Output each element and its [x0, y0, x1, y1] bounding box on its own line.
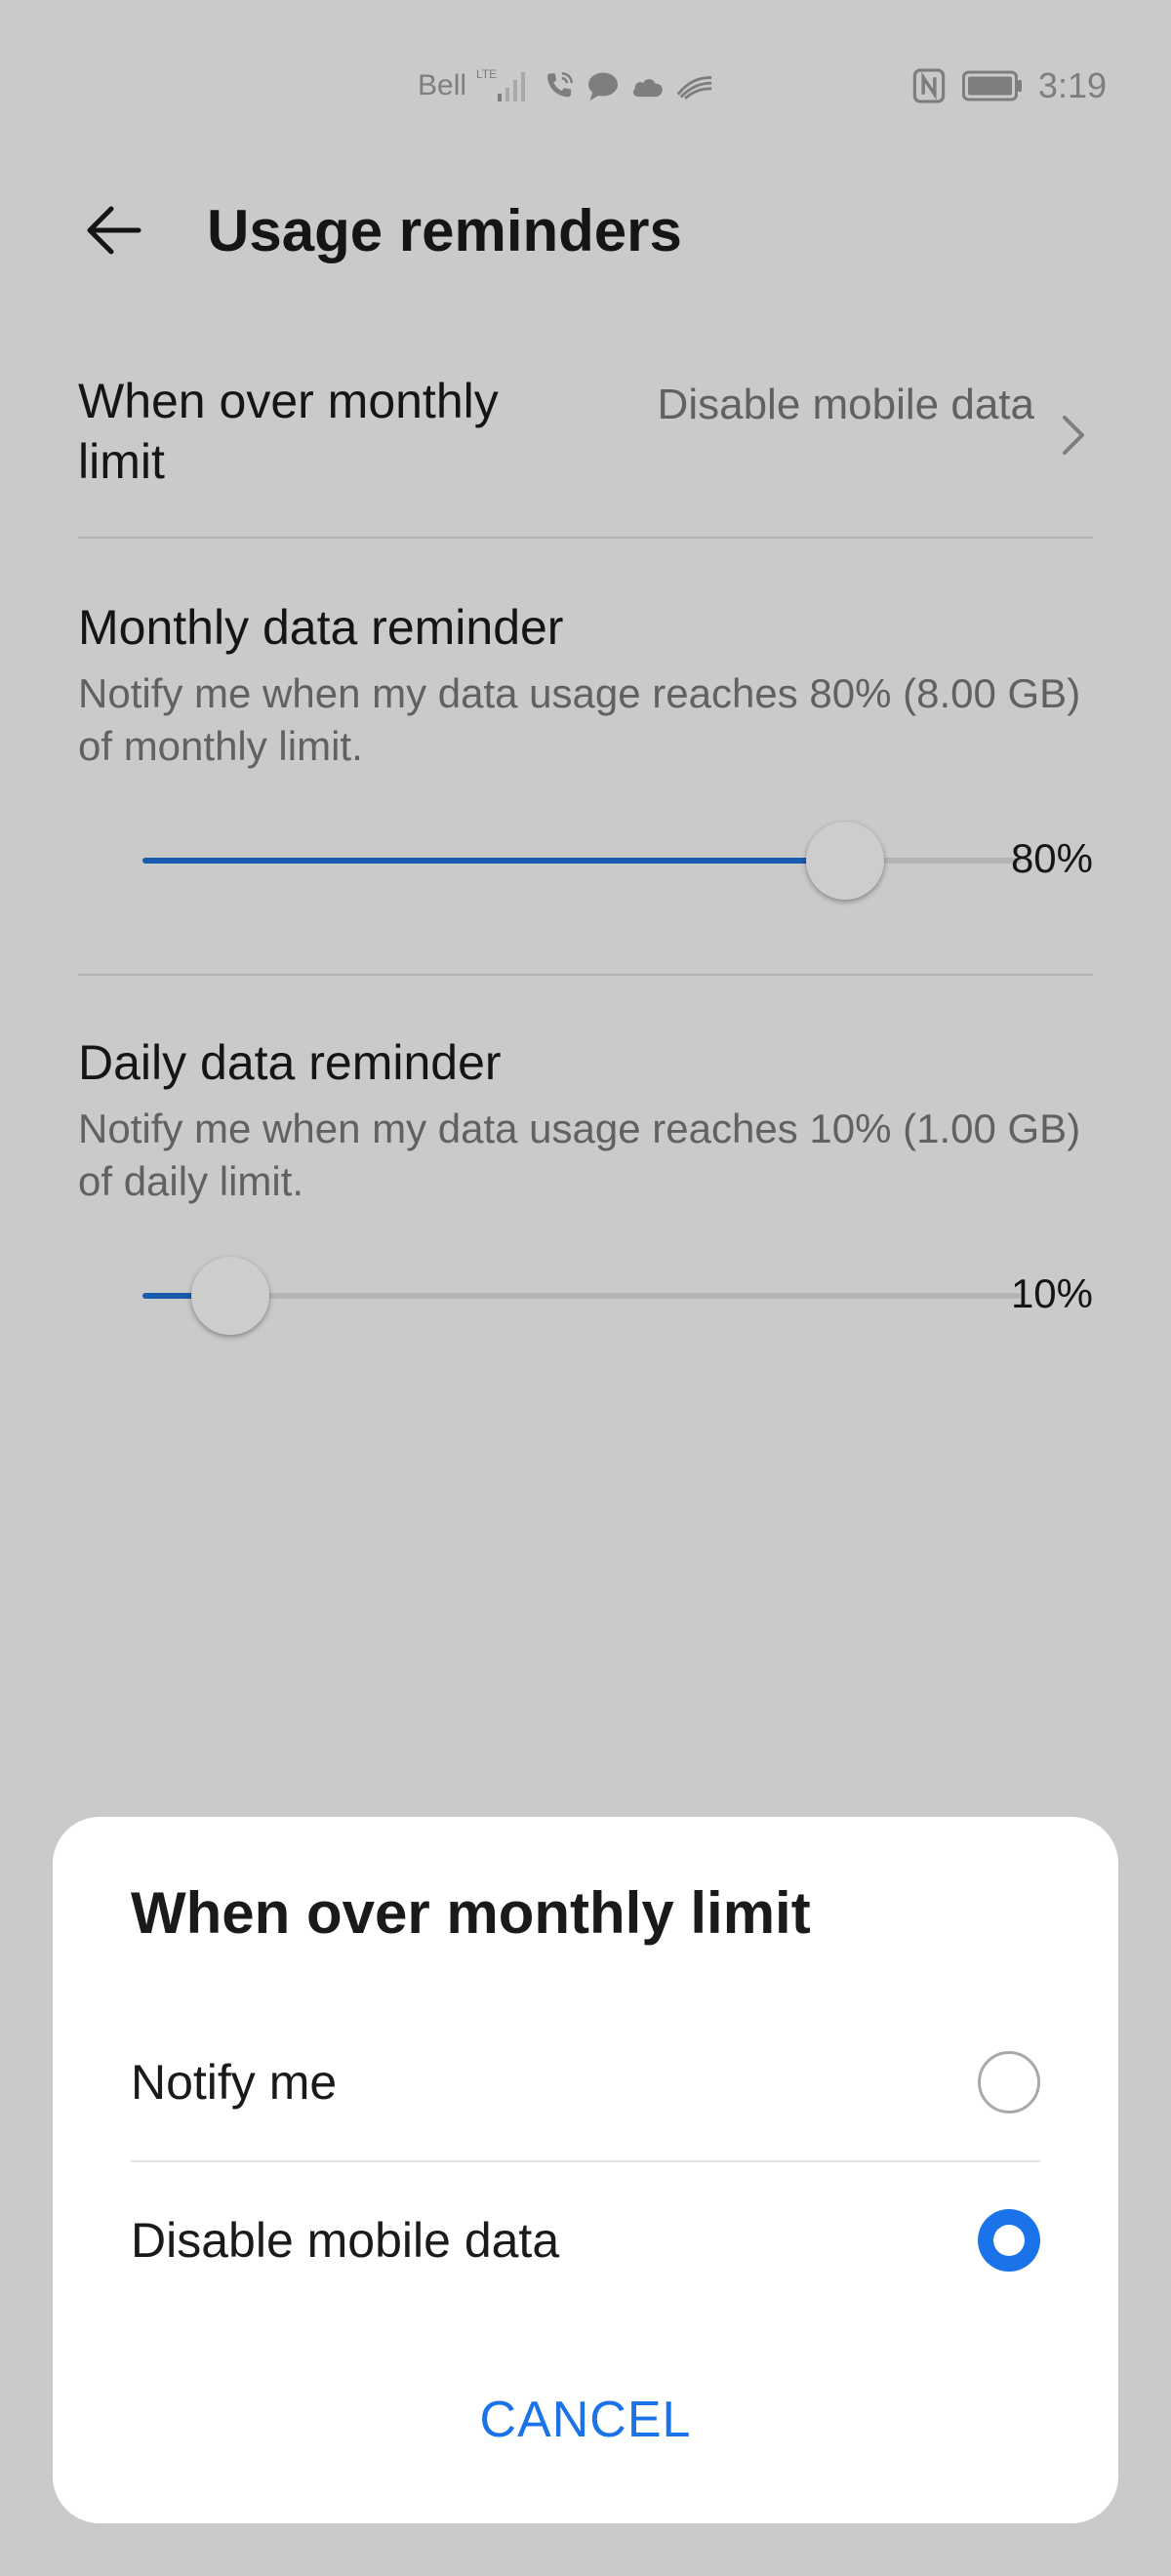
cancel-button[interactable]: CANCEL — [390, 2371, 781, 2469]
option-label: Disable mobile data — [131, 2213, 560, 2268]
limit-action-dialog: When over monthly limit Notify me Disabl… — [53, 1817, 1118, 2523]
usage-reminders-screen: Bell LTE 3:19 Usage reminders When over … — [0, 0, 1171, 2576]
radio-notify-me[interactable] — [978, 2051, 1040, 2113]
option-disable-mobile-data[interactable]: Disable mobile data — [131, 2162, 1040, 2318]
dialog-title: When over monthly limit — [131, 1880, 811, 1946]
option-label: Notify me — [131, 2055, 338, 2110]
radio-disable-mobile-data[interactable] — [978, 2209, 1040, 2272]
option-notify-me[interactable]: Notify me — [131, 2004, 1040, 2160]
